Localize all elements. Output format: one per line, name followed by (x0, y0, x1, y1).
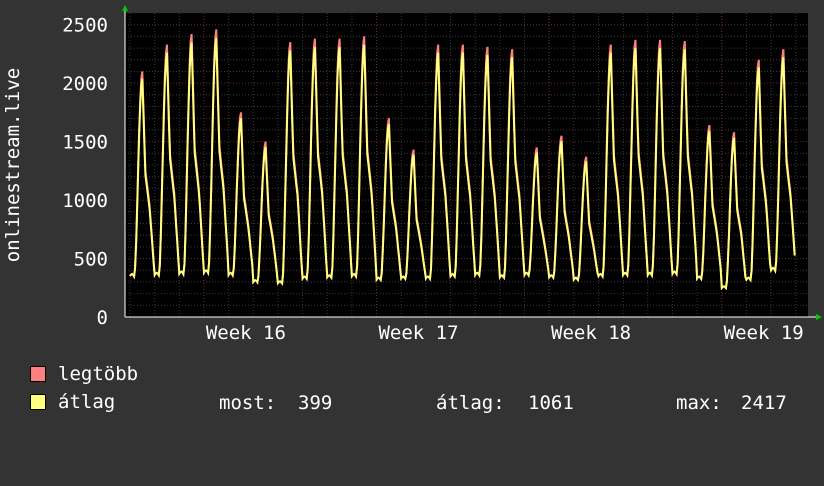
legend-item-atlag: átlag (30, 390, 115, 414)
legend-item-legtobb: legtöbb (30, 362, 138, 386)
stat-most-value: 399 (298, 392, 333, 414)
y-tick-label: 1500 (62, 132, 108, 154)
x-tick-label: Week 17 (378, 322, 458, 344)
legend-label-legtobb: legtöbb (58, 363, 139, 385)
y-axis-arrow (122, 5, 128, 11)
y-tick-label: 0 (97, 307, 108, 329)
stat-atlag-label: átlag: (436, 392, 505, 414)
x-tick-label: Week 16 (206, 322, 286, 344)
x-tick-label: Week 18 (551, 322, 631, 344)
stat-max-value: 2417 (741, 392, 787, 414)
legend-swatch-atlag (30, 394, 46, 410)
y-tick-label: 2500 (62, 15, 108, 37)
y-axis-label: onlinestream.live (2, 68, 24, 262)
y-tick-label: 2000 (62, 73, 108, 95)
y-tick-label: 500 (74, 249, 108, 271)
legend-label-atlag: átlag (58, 391, 116, 413)
stat-max-label: max: (676, 392, 722, 414)
legend-swatch-legtobb (30, 366, 46, 382)
y-tick-label: 1000 (62, 190, 108, 212)
x-axis-arrow (816, 314, 822, 320)
x-tick-label: Week 19 (724, 322, 804, 344)
stat-atlag-value: 1061 (528, 392, 574, 414)
chart-root: 0 500 1000 1500 2000 2500 Week 16 Week 17 Week 1… (0, 0, 824, 430)
stat-most-label: most: (219, 392, 277, 414)
